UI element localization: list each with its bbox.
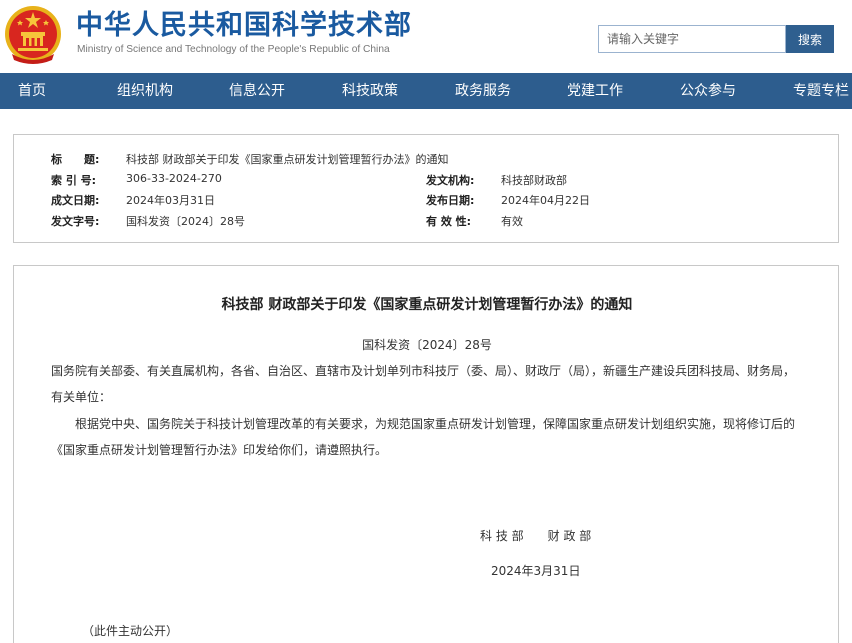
nav-item-party[interactable]: 党建工作 [567, 73, 623, 109]
meta-docno-value: 国科发资〔2024〕28号 [126, 215, 245, 228]
article-sign-date: 2024年3月31日 [491, 564, 581, 578]
document-metadata: 标 题: 科技部 财政部关于印发《国家重点研发计划管理暂行办法》的通知 索 引 … [13, 134, 839, 243]
meta-validity-label: 有 效 性: [426, 215, 472, 228]
meta-published-value: 2024年04月22日 [501, 194, 590, 207]
article-public-note: （此件主动公开） [82, 624, 179, 638]
article-title: 科技部 财政部关于印发《国家重点研发计划管理暂行办法》的通知 [221, 297, 633, 313]
nav-item-topics[interactable]: 专题专栏 [793, 73, 849, 109]
nav-item-services[interactable]: 政务服务 [455, 73, 511, 109]
site-subtitle: Ministry of Science and Technology of th… [77, 44, 390, 55]
meta-docno-label: 发文字号: [51, 215, 100, 228]
site-header: 中华人民共和国科学技术部 Ministry of Science and Tec… [0, 0, 852, 73]
meta-validity-value: 有效 [501, 215, 523, 228]
meta-index-value: 306-33-2024-270 [126, 172, 222, 185]
article-recipients: 国务院有关部委、有关直属机构，各省、自治区、直辖市及计划单列市科技厅（委、局）、… [51, 364, 796, 404]
meta-issuer-value: 科技部财政部 [501, 174, 567, 187]
nav-item-organization[interactable]: 组织机构 [117, 73, 173, 109]
article-body: 根据党中央、国务院关于科技计划管理改革的有关要求，为规范国家重点研发计划管理，保… [51, 417, 796, 457]
meta-issuer-label: 发文机构: [426, 174, 475, 187]
article-content: 科技部 财政部关于印发《国家重点研发计划管理暂行办法》的通知 国科发资〔2024… [13, 265, 839, 643]
nav-item-home[interactable]: 首页 [18, 73, 46, 109]
nav-item-policy[interactable]: 科技政策 [342, 73, 398, 109]
meta-title-value: 科技部 财政部关于印发《国家重点研发计划管理暂行办法》的通知 [126, 153, 449, 166]
main-nav: 首页 组织机构 信息公开 科技政策 政务服务 党建工作 公众参与 专题专栏 [0, 73, 852, 109]
nav-item-public[interactable]: 公众参与 [680, 73, 736, 109]
article-doc-number: 国科发资〔2024〕28号 [362, 338, 492, 352]
site-title[interactable]: 中华人民共和国科学技术部 [76, 9, 412, 43]
meta-created-label: 成文日期: [51, 194, 100, 207]
meta-created-value: 2024年03月31日 [126, 194, 215, 207]
meta-published-label: 发布日期: [426, 194, 475, 207]
search-input[interactable] [598, 25, 786, 53]
nav-item-info-disclosure[interactable]: 信息公开 [229, 73, 285, 109]
national-emblem-icon[interactable] [4, 4, 62, 66]
meta-index-label: 索 引 号: [51, 174, 97, 187]
search-button[interactable]: 搜索 [786, 25, 834, 53]
article-signers: 科 技 部 财 政 部 [480, 529, 592, 543]
meta-title-label: 标 题: [51, 153, 100, 166]
